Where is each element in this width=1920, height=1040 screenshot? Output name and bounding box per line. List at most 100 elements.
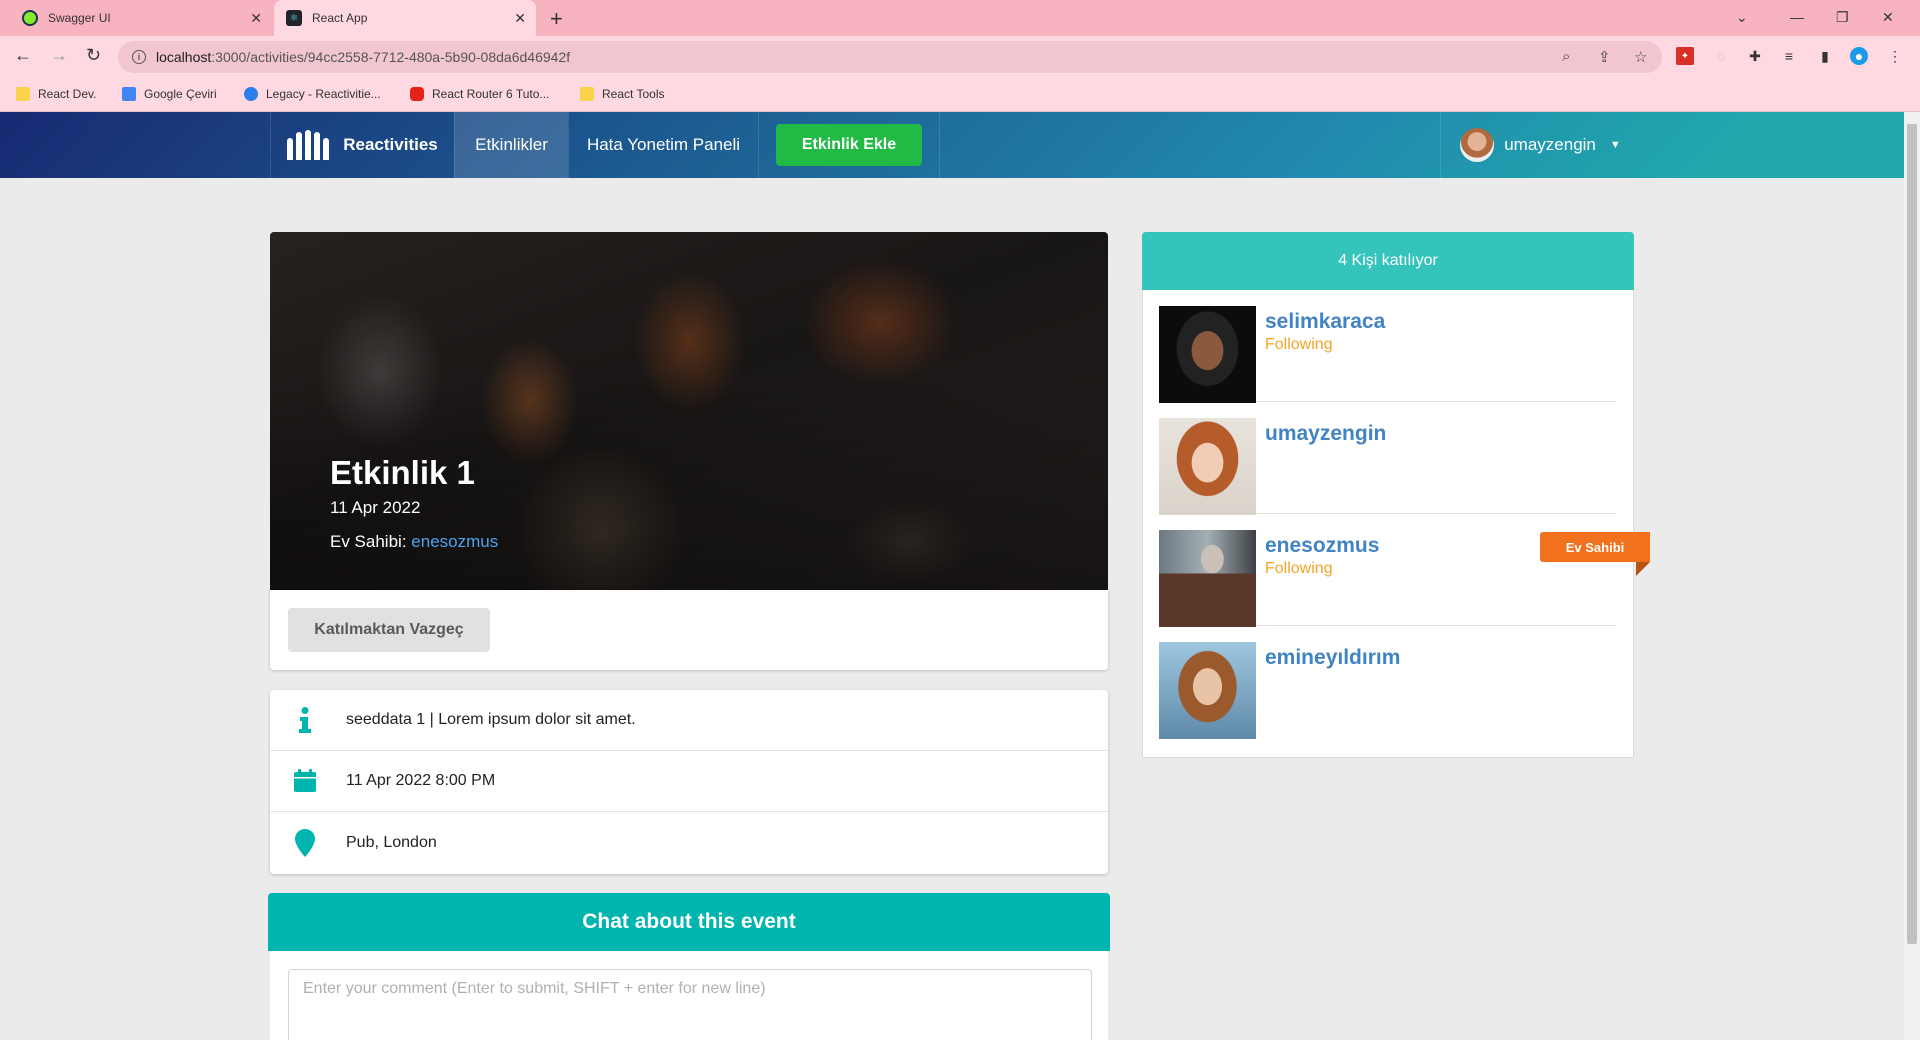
activity-description: seeddata 1 | Lorem ipsum dolor sit amet.	[346, 711, 636, 728]
address-bar[interactable]: i localhost:3000/activities/94cc2558-771…	[118, 41, 1662, 73]
following-label: Following	[1265, 560, 1333, 577]
details-row-description: seeddata 1 | Lorem ipsum dolor sit amet.	[270, 690, 1108, 751]
browser-menu-icon[interactable]: ⋮	[1886, 47, 1904, 65]
browser-tabstrip: Swagger UI ✕ ⚛ React App ✕ + ⌄ — ❐ ✕	[0, 0, 1920, 36]
tab-label: React App	[312, 11, 368, 25]
folder-icon	[580, 87, 594, 101]
extension-spinner-icon[interactable]: ◌	[1712, 47, 1730, 65]
side-panel-icon[interactable]: ▮	[1816, 47, 1834, 65]
nav-add-activity-item: Etkinlik Ekle	[758, 112, 940, 178]
attendees-header: 4 Kişi katılıyor	[1142, 232, 1634, 290]
close-window-icon[interactable]: ✕	[1882, 0, 1894, 34]
map-marker-icon	[270, 828, 340, 857]
details-row-venue: Pub, London	[270, 812, 1108, 873]
app-navbar: Reactivities Etkinlikler Hata Yonetim Pa…	[0, 112, 1904, 178]
zoom-icon[interactable]: ⌕	[1562, 48, 1570, 65]
cloud-icon	[244, 87, 258, 101]
activity-datetime: 11 Apr 2022 8:00 PM	[346, 772, 496, 789]
browser-toolbar: ← → ↻ i localhost:3000/activities/94cc25…	[0, 36, 1920, 78]
close-tab-icon[interactable]: ✕	[514, 10, 526, 27]
extensions-puzzle-icon[interactable]: ✚	[1746, 47, 1764, 65]
host-profile-link[interactable]: enesozmus	[411, 532, 498, 551]
activity-header-image: Etkinlik 1 11 Apr 2022 Ev Sahibi: enesoz…	[270, 232, 1108, 590]
attendees-list: selimkaraca Following umayzengin enesozm…	[1142, 290, 1634, 758]
attendee-item: enesozmus Following	[1159, 514, 1617, 627]
site-info-icon[interactable]: i	[132, 50, 146, 64]
activity-actions: Katılmaktan Vazgeç	[270, 590, 1108, 670]
cancel-attendance-button[interactable]: Katılmaktan Vazgeç	[288, 608, 490, 652]
attendee-photo	[1159, 418, 1256, 515]
calendar-icon	[270, 769, 340, 793]
google-translate-icon	[122, 87, 136, 101]
activity-date: 11 Apr 2022	[330, 498, 421, 517]
attendee-name-link[interactable]: selimkaraca	[1265, 310, 1385, 334]
react-favicon-icon: ⚛	[286, 10, 302, 26]
username: umayzengin	[1504, 135, 1596, 154]
attendee-item: emineyıldırım	[1159, 626, 1617, 739]
user-menu[interactable]: umayzengin ▼	[1440, 112, 1640, 178]
activity-details: seeddata 1 | Lorem ipsum dolor sit amet.…	[270, 690, 1108, 874]
bookmark-label: React Tools	[602, 87, 665, 101]
activity-title: Etkinlik 1	[330, 454, 475, 491]
caret-down-icon: ▼	[1609, 139, 1621, 151]
bookmark-react-router[interactable]: React Router 6 Tuto...	[410, 87, 549, 101]
activity-header-text: Etkinlik 1 11 Apr 2022 Ev Sahibi: enesoz…	[330, 454, 498, 552]
following-label: Following	[1265, 336, 1333, 353]
tab-swagger-ui[interactable]: Swagger UI ✕	[10, 0, 272, 36]
new-tab-icon[interactable]: +	[550, 6, 563, 32]
host-label: Ev Sahibi:	[330, 532, 407, 551]
reload-icon[interactable]: ↻	[86, 45, 101, 66]
share-icon[interactable]: ⇪	[1598, 48, 1611, 66]
close-tab-icon[interactable]: ✕	[250, 10, 262, 27]
nav-error-panel[interactable]: Hata Yonetim Paneli	[568, 112, 758, 178]
folder-icon	[16, 87, 30, 101]
tab-search-chevron-icon[interactable]: ⌄	[1736, 0, 1748, 34]
scrollbar-thumb[interactable]	[1907, 124, 1917, 944]
extension-red-icon[interactable]: ✦	[1676, 47, 1694, 65]
bookmark-label: Google Çeviri	[144, 87, 217, 101]
chat-header: Chat about this event	[268, 893, 1110, 951]
reactivities-logo-icon	[287, 130, 330, 160]
bookmarks-bar: React Dev. Google Çeviri Legacy - Reacti…	[0, 78, 1920, 112]
tab-react-app[interactable]: ⚛ React App ✕	[274, 0, 536, 36]
details-row-date: 11 Apr 2022 8:00 PM	[270, 751, 1108, 812]
brand-link[interactable]: Reactivities	[270, 112, 454, 178]
bookmark-react-tools[interactable]: React Tools	[580, 87, 664, 101]
swagger-favicon-icon	[22, 10, 38, 26]
bookmark-google-ceviri[interactable]: Google Çeviri	[122, 87, 217, 101]
youtube-icon	[410, 87, 424, 101]
attendee-name-link[interactable]: enesozmus	[1265, 534, 1379, 558]
add-activity-button[interactable]: Etkinlik Ekle	[775, 124, 923, 166]
ribbon-fold	[1636, 562, 1650, 576]
restore-icon[interactable]: ❐	[1836, 0, 1849, 34]
page-scrollbar[interactable]	[1904, 112, 1920, 1040]
media-queue-icon[interactable]: ≡	[1780, 47, 1798, 65]
bookmark-react-dev[interactable]: React Dev.	[16, 87, 96, 101]
profile-icon[interactable]: ●	[1850, 47, 1868, 65]
attendee-photo	[1159, 530, 1256, 627]
attendee-name-link[interactable]: emineyıldırım	[1265, 646, 1400, 670]
bookmark-label: React Dev.	[38, 87, 97, 101]
nav-activities[interactable]: Etkinlikler	[454, 112, 568, 178]
brand-label: Reactivities	[343, 135, 438, 154]
activity-host: Ev Sahibi: enesozmus	[330, 532, 498, 552]
chat-panel	[270, 951, 1108, 1040]
avatar	[1460, 128, 1495, 162]
attendee-photo	[1159, 306, 1256, 403]
bookmark-star-icon[interactable]: ☆	[1634, 48, 1647, 66]
url-host: localhost	[156, 49, 212, 65]
tab-label: Swagger UI	[48, 11, 111, 25]
attendee-item: selimkaraca Following	[1159, 290, 1617, 403]
back-icon[interactable]: ←	[14, 45, 32, 66]
host-ribbon: Ev Sahibi	[1540, 532, 1650, 562]
attendee-name-link[interactable]: umayzengin	[1265, 422, 1386, 446]
attendee-item: umayzengin	[1159, 402, 1617, 515]
attendee-photo	[1159, 642, 1256, 739]
bookmark-legacy-reactivities[interactable]: Legacy - Reactivitie...	[244, 87, 381, 101]
bookmark-label: Legacy - Reactivitie...	[266, 87, 381, 101]
comment-input[interactable]	[288, 969, 1092, 1040]
activity-venue: Pub, London	[346, 833, 437, 851]
forward-icon[interactable]: →	[50, 45, 68, 66]
bookmark-label: React Router 6 Tuto...	[432, 87, 550, 101]
minimize-icon[interactable]: —	[1790, 0, 1804, 34]
